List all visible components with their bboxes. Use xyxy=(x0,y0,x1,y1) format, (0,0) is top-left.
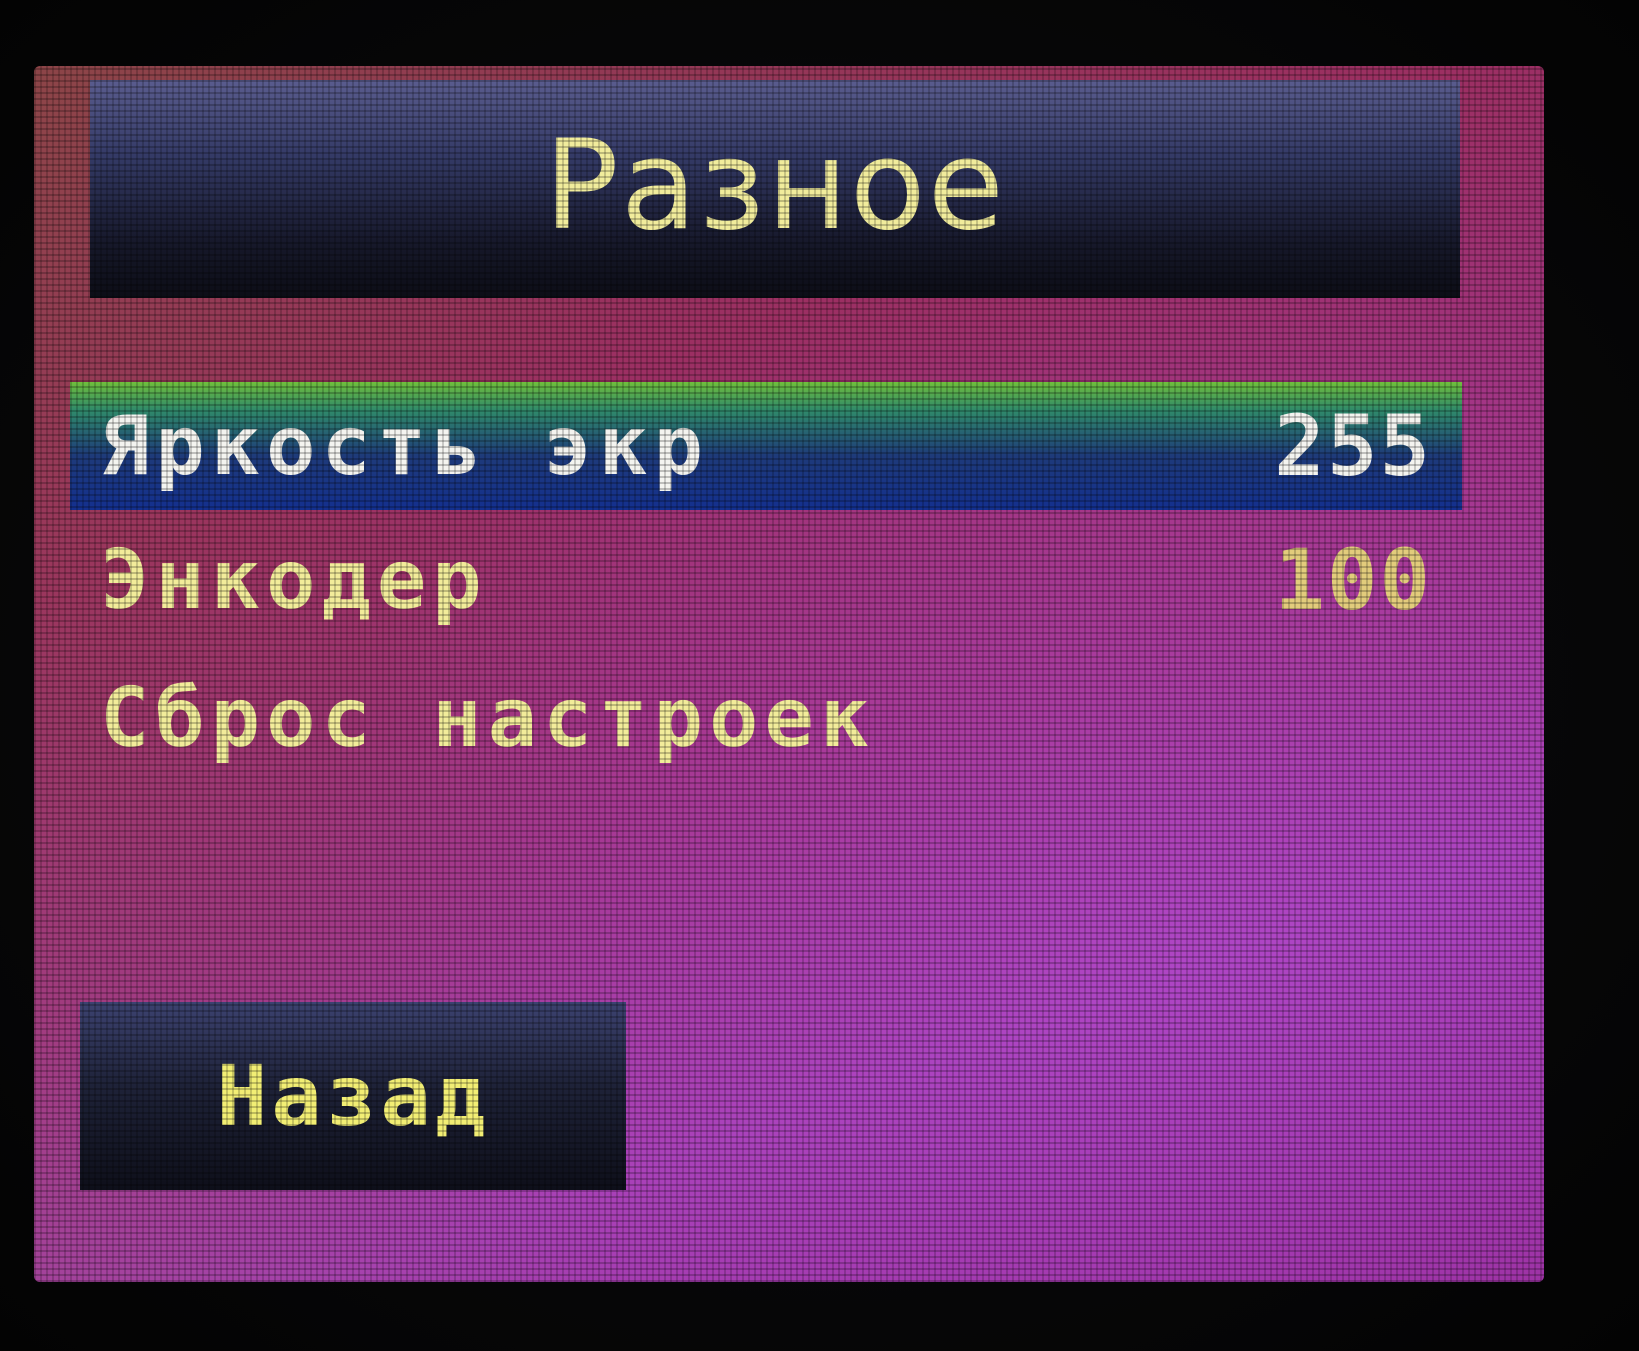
menu-item-label: Энкодер xyxy=(100,532,488,628)
menu-item-reset-settings[interactable]: Сброс настроек xyxy=(70,654,1462,782)
lcd-screen: Разное Яркость экр 255 Энкодер 100 Сброс… xyxy=(34,66,1544,1282)
menu-item-encoder[interactable]: Энкодер 100 xyxy=(70,516,1462,644)
back-button-label: Назад xyxy=(216,1047,490,1145)
menu-item-label: Яркость экр xyxy=(100,398,710,494)
device-bezel: Разное Яркость экр 255 Энкодер 100 Сброс… xyxy=(0,0,1639,1351)
menu-item-value: 100 xyxy=(1274,531,1432,629)
menu-item-label: Сброс настроек xyxy=(100,670,876,766)
page-title: Разное xyxy=(544,114,1006,258)
header-bar: Разное xyxy=(90,80,1460,298)
menu-item-value: 255 xyxy=(1274,397,1432,495)
menu-item-brightness[interactable]: Яркость экр 255 xyxy=(70,382,1462,510)
back-button[interactable]: Назад xyxy=(80,1002,626,1190)
